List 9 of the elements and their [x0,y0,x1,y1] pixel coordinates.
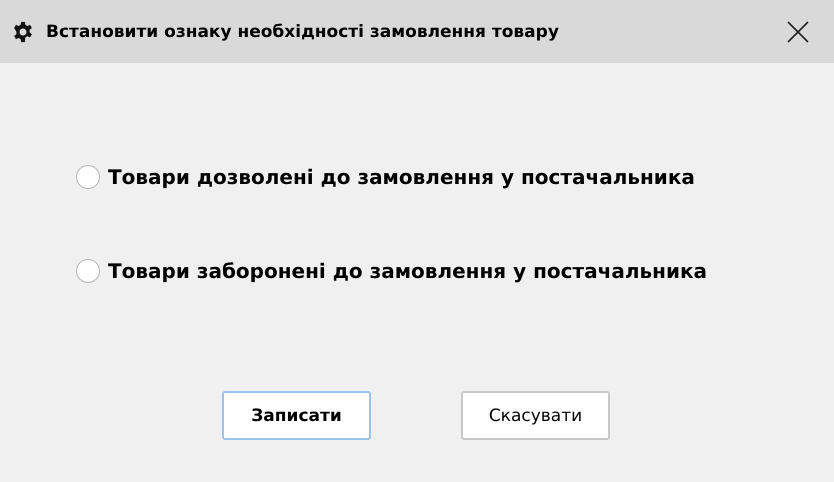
settings-icon [12,20,34,42]
save-button[interactable]: Записати [222,391,371,440]
radio-button[interactable] [76,165,100,189]
cancel-button[interactable]: Скасувати [461,391,610,440]
option-label[interactable]: Товари дозволені до замовлення у постачальника [108,165,695,189]
radio-button[interactable] [76,259,100,283]
window-title: Встановити ознаку необхідності замовлення товару [46,22,560,42]
option-label[interactable]: Товари заборонені до замовлення у постачальника [108,259,708,283]
close-icon [787,20,809,42]
